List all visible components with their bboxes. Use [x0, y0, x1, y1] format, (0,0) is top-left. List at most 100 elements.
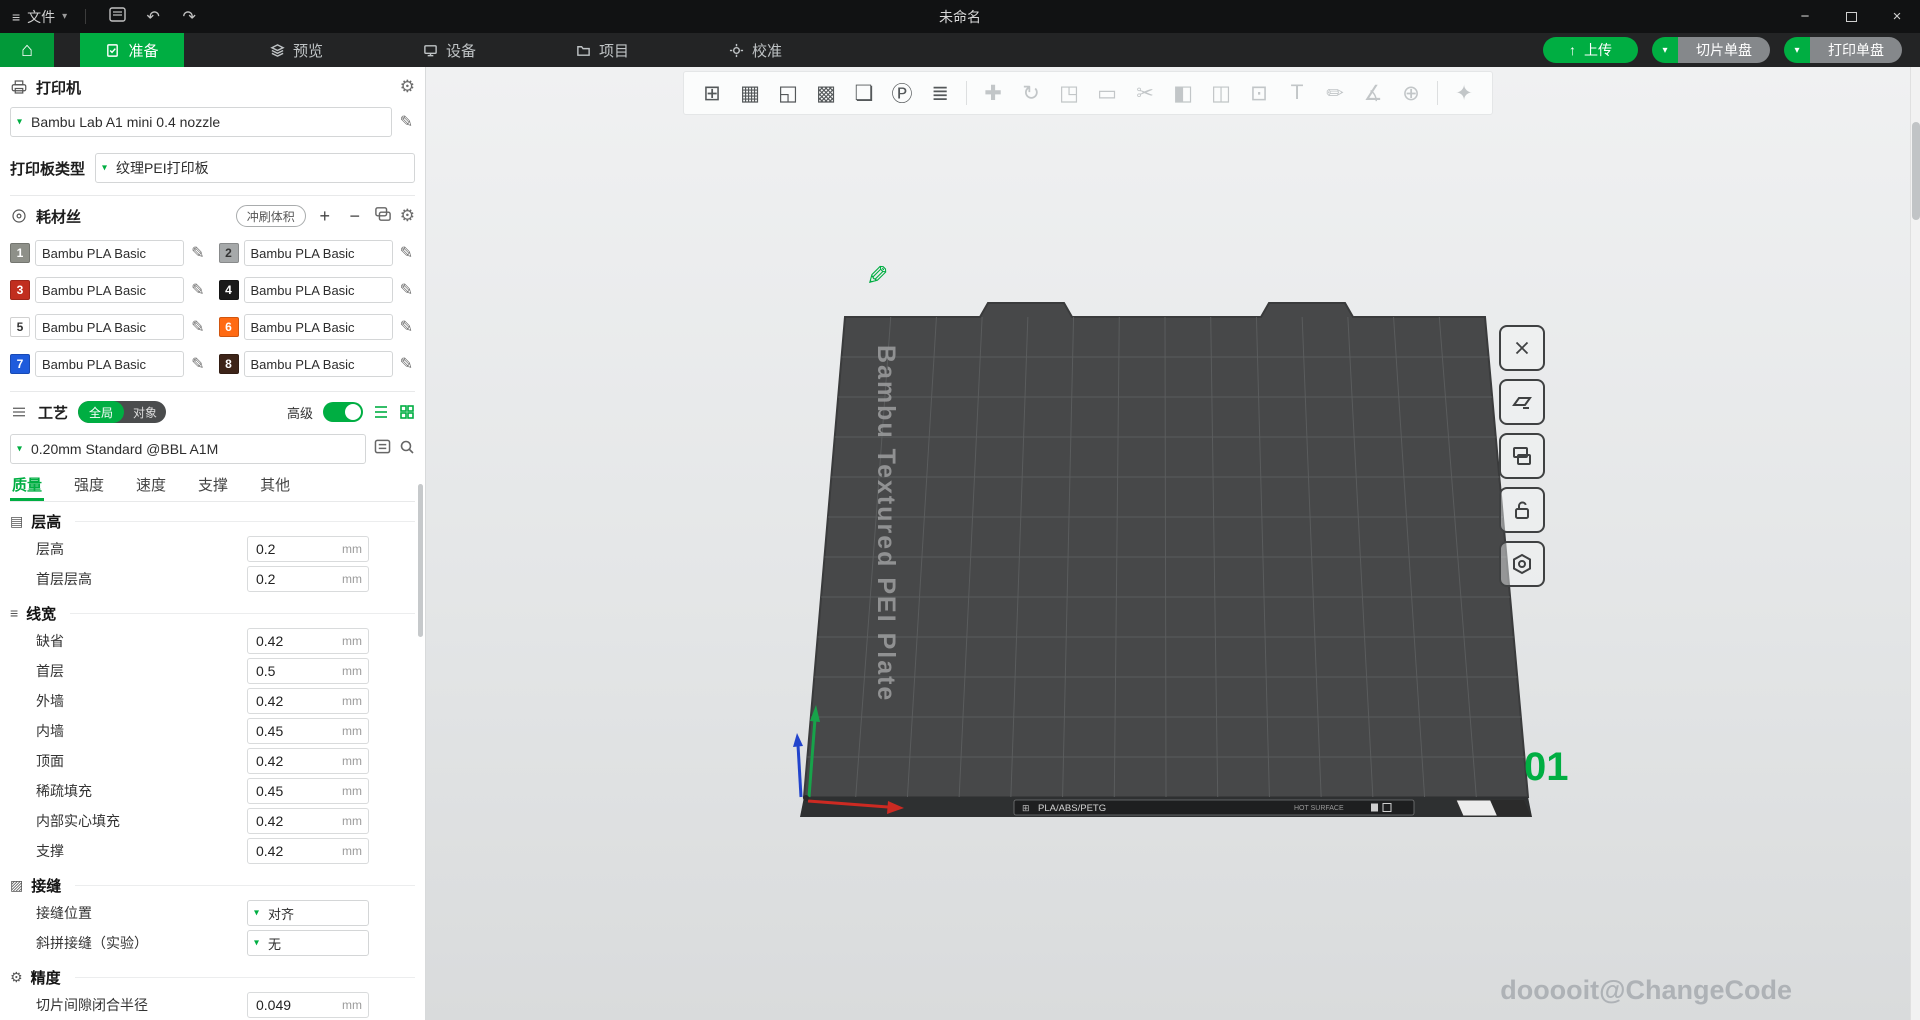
filament-name-box[interactable]: Bambu PLA Basic	[244, 240, 393, 266]
sync-filament-icon[interactable]	[374, 206, 392, 227]
paste-icon[interactable]: Ⓟ	[886, 78, 918, 108]
rotate-icon[interactable]: ↻	[1015, 81, 1047, 106]
param-label: 首层层高	[36, 569, 92, 589]
edit-plate-button[interactable]	[1499, 379, 1545, 425]
edit-filament-icon[interactable]: ✎	[189, 354, 206, 374]
tab-preview[interactable]: 预览	[256, 33, 337, 67]
scope-global[interactable]: 全局	[78, 401, 124, 423]
slice-plate-button[interactable]: ▾ 切片单盘	[1652, 37, 1770, 63]
minimize-button[interactable]: −	[1782, 0, 1828, 33]
maximize-button[interactable]	[1828, 0, 1874, 33]
redo-icon[interactable]: ↷	[176, 7, 202, 27]
lock-plate-button[interactable]	[1499, 487, 1545, 533]
repair-icon[interactable]: ✦	[1448, 81, 1480, 106]
scope-objects[interactable]: 对象	[124, 401, 166, 423]
toggle-knob	[345, 404, 361, 420]
edit-filament-icon[interactable]: ✎	[398, 354, 415, 374]
flatten-icon[interactable]: ▭	[1091, 81, 1123, 106]
printer-select[interactable]: ▾ Bambu Lab A1 mini 0.4 nozzle	[10, 107, 392, 137]
tab-calibration[interactable]: 校准	[715, 33, 796, 67]
plate-visibility-button[interactable]	[1499, 541, 1545, 587]
plate-settings-button[interactable]	[1499, 433, 1545, 479]
tab-support[interactable]: 支撑	[196, 472, 230, 501]
variable-layer-icon[interactable]: ≣	[924, 81, 956, 106]
print-plate-button[interactable]: ▾ 打印单盘	[1784, 37, 1902, 63]
filament-color-chip[interactable]: 6	[219, 317, 239, 337]
measure-icon[interactable]: ∡	[1357, 81, 1389, 106]
assembly-icon[interactable]: ⊕	[1395, 81, 1427, 106]
cut-icon[interactable]: ✂	[1129, 81, 1161, 106]
viewport-3d[interactable]: Bambu Textured PEI Plate ⊞ PLA/ABS/PETG …	[426, 67, 1910, 1020]
add-filament-button[interactable]: +	[314, 206, 336, 227]
edit-filament-icon[interactable]: ✎	[189, 243, 206, 263]
edit-filament-icon[interactable]: ✎	[398, 280, 415, 300]
paint-icon[interactable]: ✏	[1319, 81, 1351, 106]
save-preset-icon[interactable]	[374, 439, 391, 459]
tab-strength[interactable]: 强度	[72, 472, 106, 501]
edit-filament-icon[interactable]: ✎	[398, 243, 415, 263]
boolean-icon[interactable]: ⊡	[1243, 81, 1275, 106]
print-dropdown-icon[interactable]: ▾	[1784, 37, 1810, 63]
slice-dropdown-icon[interactable]: ▾	[1652, 37, 1678, 63]
filament-name-box[interactable]: Bambu PLA Basic	[35, 314, 184, 340]
filament-color-chip[interactable]: 5	[10, 317, 30, 337]
filament-color-chip[interactable]: 2	[219, 243, 239, 263]
filament-slot-6: 6 Bambu PLA Basic ✎	[219, 312, 416, 342]
filament-color-chip[interactable]: 4	[219, 280, 239, 300]
filament-color-chip[interactable]: 3	[10, 280, 30, 300]
filament-name-box[interactable]: Bambu PLA Basic	[244, 314, 393, 340]
add-object-icon[interactable]: ⊞	[696, 81, 728, 106]
filament-slot-4: 4 Bambu PLA Basic ✎	[219, 275, 416, 305]
split-plate-icon[interactable]: ❏	[848, 81, 880, 106]
parameter-table-icon[interactable]	[373, 404, 389, 420]
scarf-seam-select[interactable]: ▾ 无	[247, 930, 369, 956]
remove-filament-button[interactable]: −	[344, 206, 366, 227]
flush-volume-button[interactable]: 冲刷体积	[236, 205, 306, 227]
scale-icon[interactable]: ◳	[1053, 81, 1085, 106]
search-icon[interactable]	[399, 439, 415, 460]
edit-filament-icon[interactable]: ✎	[398, 317, 415, 337]
delete-plate-button[interactable]	[1499, 325, 1545, 371]
tab-project[interactable]: 项目	[562, 33, 643, 67]
home-button[interactable]: ⌂	[0, 33, 54, 67]
seam-position-select[interactable]: ▾ 对齐	[247, 900, 369, 926]
save-icon[interactable]	[104, 7, 130, 27]
tab-device[interactable]: 设备	[409, 33, 490, 67]
tab-quality[interactable]: 质量	[10, 472, 44, 501]
filament-name-box[interactable]: Bambu PLA Basic	[35, 351, 184, 377]
rename-plate-pencil-icon[interactable]: ✎	[866, 261, 889, 292]
filament-color-chip[interactable]: 7	[10, 354, 30, 374]
edit-printer-icon[interactable]: ✎	[398, 112, 415, 132]
add-plate-icon[interactable]: ▦	[734, 81, 766, 106]
filament-name-box[interactable]: Bambu PLA Basic	[244, 351, 393, 377]
edit-filament-icon[interactable]: ✎	[189, 280, 206, 300]
filament-name-box[interactable]: Bambu PLA Basic	[244, 277, 393, 303]
sidebar-scrollbar-thumb[interactable]	[418, 484, 423, 637]
page-scrollbar-thumb[interactable]	[1912, 122, 1920, 220]
advanced-toggle[interactable]	[323, 402, 363, 422]
undo-icon[interactable]: ↶	[140, 7, 166, 27]
process-preset-select[interactable]: ▾ 0.20mm Standard @BBL A1M	[10, 434, 366, 464]
tab-others[interactable]: 其他	[258, 472, 292, 501]
scope-segmented-control[interactable]: 全局 对象	[78, 401, 166, 423]
file-menu[interactable]: ≡ 文件 ▾	[12, 7, 67, 27]
filament-color-chip[interactable]: 8	[219, 354, 239, 374]
filament-name-box[interactable]: Bambu PLA Basic	[35, 277, 184, 303]
mirror-icon[interactable]: ◧	[1167, 81, 1199, 106]
filament-settings-gear-icon[interactable]: ⚙	[400, 206, 415, 226]
tab-speed[interactable]: 速度	[134, 472, 168, 501]
filament-name-box[interactable]: Bambu PLA Basic	[35, 240, 184, 266]
close-button[interactable]: ×	[1874, 0, 1920, 33]
filament-color-chip[interactable]: 1	[10, 243, 30, 263]
arrange-icon[interactable]: ▩	[810, 81, 842, 106]
auto-orient-icon[interactable]: ◱	[772, 81, 804, 106]
printer-settings-gear-icon[interactable]: ⚙	[400, 77, 415, 97]
plate-type-select[interactable]: ▾ 纹理PEI打印板	[95, 153, 415, 183]
move-icon[interactable]: ✚	[977, 81, 1009, 106]
upload-button[interactable]: ↑ 上传	[1543, 37, 1638, 63]
edit-filament-icon[interactable]: ✎	[189, 317, 206, 337]
text-tool-icon[interactable]: T	[1281, 81, 1313, 105]
compare-presets-icon[interactable]	[399, 404, 415, 420]
tab-prepare[interactable]: 准备	[80, 33, 184, 67]
split-objects-icon[interactable]: ◫	[1205, 81, 1237, 106]
